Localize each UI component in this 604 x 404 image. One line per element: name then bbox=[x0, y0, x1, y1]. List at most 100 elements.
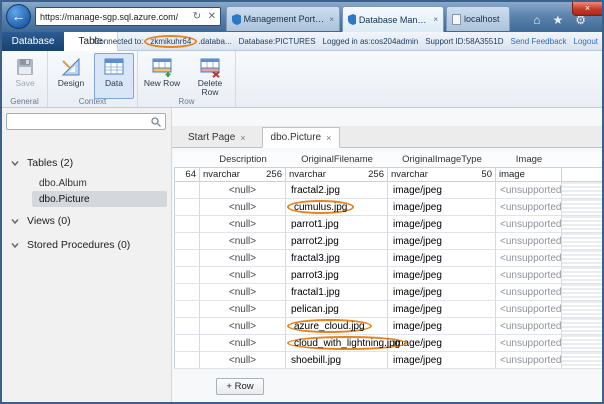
cell-description[interactable]: <null> bbox=[200, 250, 286, 267]
cell-row-margin[interactable] bbox=[174, 301, 200, 318]
tab-dbo-picture[interactable]: dbo.Picture × bbox=[261, 127, 341, 148]
cell-row-margin[interactable] bbox=[174, 284, 200, 301]
cell-filename[interactable]: cloud_with_lightning.jpg bbox=[286, 335, 408, 352]
grid-row[interactable]: <null> pelican.jpg image/jpeg <unsupported> bbox=[174, 301, 602, 318]
cell-description[interactable]: <null> bbox=[200, 284, 286, 301]
cell-filename[interactable]: shoebill.jpg bbox=[286, 352, 388, 369]
tab-start-page[interactable]: Start Page × bbox=[179, 127, 255, 148]
send-feedback-link[interactable]: Send Feedback bbox=[510, 37, 566, 46]
refresh-icon[interactable]: ↻ bbox=[193, 11, 201, 22]
cell-row-margin[interactable] bbox=[174, 250, 200, 267]
cell-description[interactable]: <null> bbox=[200, 216, 286, 233]
cell-image-type[interactable]: image/jpeg bbox=[388, 233, 496, 250]
grid-row[interactable]: <null> cloud_with_lightning.jpg image/jpeg… bbox=[174, 335, 602, 352]
cell-row-margin[interactable] bbox=[174, 267, 200, 284]
grid-row[interactable]: <null> parrot1.jpg image/jpeg <unsupported> bbox=[174, 216, 602, 233]
cell-filename[interactable]: fractal2.jpg bbox=[286, 182, 388, 199]
data-button[interactable]: Data bbox=[94, 53, 134, 99]
cell-filename[interactable]: fractal1.jpg bbox=[286, 284, 388, 301]
design-button[interactable]: Design bbox=[51, 53, 91, 99]
column-header-description[interactable]: Description bbox=[200, 152, 286, 167]
browser-tab-database-manager[interactable]: Database Manager 1... × bbox=[342, 6, 444, 32]
cell-image[interactable]: <unsupported> bbox=[496, 199, 567, 216]
cell-filename[interactable]: pelican.jpg bbox=[286, 301, 388, 318]
url-bar[interactable]: https://manage-sgp.sql.azure.com/ ↻ ✕ bbox=[35, 7, 221, 26]
cell-description[interactable]: <null> bbox=[200, 335, 286, 352]
grid-row[interactable]: <null> parrot2.jpg image/jpeg <unsupported> bbox=[174, 233, 602, 250]
cell-description[interactable]: <null> bbox=[200, 352, 286, 369]
sidebar-item-dbo-album[interactable]: dbo.Album bbox=[32, 175, 167, 191]
sidebar-section-views[interactable]: Views (0) bbox=[2, 213, 171, 229]
save-button[interactable]: Save bbox=[5, 53, 45, 99]
cell-filename[interactable]: cumulus.jpg bbox=[286, 199, 388, 216]
cell-filename[interactable]: parrot1.jpg bbox=[286, 216, 388, 233]
grid-row[interactable]: <null> cumulus.jpg image/jpeg <unsupported> bbox=[174, 199, 602, 216]
column-header-originalimagetype[interactable]: OriginalImageType bbox=[388, 152, 496, 167]
cell-image[interactable]: <unsupported> bbox=[496, 267, 567, 284]
favorites-icon[interactable]: ★ bbox=[552, 13, 563, 27]
cell-image[interactable]: <unsupported> bbox=[496, 233, 567, 250]
browser-tab-management-portal[interactable]: Management Portal – ... × bbox=[226, 6, 340, 31]
grid-row[interactable]: <null> fractal3.jpg image/jpeg <unsupported… bbox=[174, 250, 602, 267]
cell-image-type[interactable]: image/jpeg bbox=[388, 352, 496, 369]
grid-row[interactable]: <null> fractal2.jpg image/jpeg <unsupported… bbox=[174, 182, 602, 199]
home-icon[interactable]: ⌂ bbox=[533, 13, 540, 27]
cell-description[interactable]: <null> bbox=[200, 318, 286, 335]
column-header-image[interactable]: Image bbox=[496, 152, 562, 167]
grid-row[interactable]: <null> azure_cloud.jpg image/jpeg <unsuppor… bbox=[174, 318, 602, 335]
tab-close-icon[interactable]: × bbox=[433, 15, 438, 24]
cell-image-type[interactable]: image/jpeg bbox=[388, 250, 496, 267]
cell-image-type[interactable]: image/jpeg bbox=[388, 182, 496, 199]
sidebar-section-stored-procedures[interactable]: Stored Procedures (0) bbox=[2, 237, 171, 253]
cell-description[interactable]: <null> bbox=[200, 199, 286, 216]
cell-image-type[interactable]: image/jpeg bbox=[388, 267, 496, 284]
cell-row-margin[interactable] bbox=[174, 318, 200, 335]
cell-row-margin[interactable] bbox=[174, 335, 200, 352]
cell-filename[interactable]: azure_cloud.jpg bbox=[286, 318, 388, 335]
cell-image[interactable]: <unsupported> bbox=[496, 301, 567, 318]
search-input[interactable] bbox=[7, 116, 150, 127]
cell-filename[interactable]: parrot2.jpg bbox=[286, 233, 388, 250]
cell-image[interactable]: <unsupported> bbox=[496, 182, 567, 199]
cell-image-type[interactable]: image/jpeg bbox=[388, 284, 496, 301]
back-button[interactable]: ← bbox=[6, 4, 31, 29]
logout-link[interactable]: Logout bbox=[574, 37, 598, 46]
cell-image-type[interactable]: image/jpeg bbox=[388, 199, 496, 216]
cell-description[interactable]: <null> bbox=[200, 233, 286, 250]
window-close-button[interactable]: × bbox=[572, 2, 602, 16]
cell-row-margin[interactable] bbox=[174, 199, 200, 216]
grid-row[interactable]: <null> parrot3.jpg image/jpeg <unsupported> bbox=[174, 267, 602, 284]
grid-row[interactable]: <null> shoebill.jpg image/jpeg <unsupported… bbox=[174, 352, 602, 369]
tab-close-icon[interactable]: × bbox=[326, 133, 331, 143]
cell-image[interactable]: <unsupported> bbox=[496, 335, 567, 352]
cell-row-margin[interactable] bbox=[174, 216, 200, 233]
cell-image[interactable]: <unsupported> bbox=[496, 284, 567, 301]
delete-row-button[interactable]: Delete Row bbox=[188, 53, 232, 99]
cell-image-type[interactable]: image/jpeg bbox=[388, 216, 496, 233]
stop-icon[interactable]: ✕ bbox=[208, 11, 216, 22]
column-header-originalfilename[interactable]: OriginalFilename bbox=[286, 152, 388, 167]
cell-filename[interactable]: parrot3.jpg bbox=[286, 267, 388, 284]
cell-row-margin[interactable] bbox=[174, 182, 200, 199]
cell-image-type[interactable]: image/jpeg bbox=[388, 318, 496, 335]
tab-close-icon[interactable]: × bbox=[240, 133, 245, 143]
chevron-down-icon[interactable] bbox=[11, 241, 19, 249]
column-header[interactable] bbox=[174, 152, 200, 167]
cell-image[interactable]: <unsupported> bbox=[496, 250, 567, 267]
ribbon-tab-database[interactable]: Database bbox=[2, 32, 64, 51]
cell-image-type[interactable]: image/jpeg bbox=[388, 301, 496, 318]
cell-filename[interactable]: fractal3.jpg bbox=[286, 250, 388, 267]
cell-description[interactable]: <null> bbox=[200, 267, 286, 284]
tab-close-icon[interactable]: × bbox=[329, 15, 334, 24]
cell-image[interactable]: <unsupported> bbox=[496, 216, 567, 233]
new-row-button[interactable]: New Row bbox=[140, 53, 184, 99]
add-row-button[interactable]: + Row bbox=[216, 378, 264, 395]
cell-description[interactable]: <null> bbox=[200, 301, 286, 318]
cell-row-margin[interactable] bbox=[174, 352, 200, 369]
cell-image[interactable]: <unsupported> bbox=[496, 318, 567, 335]
chevron-down-icon[interactable] bbox=[11, 159, 19, 167]
sidebar-section-tables[interactable]: Tables (2) bbox=[2, 155, 171, 171]
cell-image[interactable]: <unsupported> bbox=[496, 352, 567, 369]
grid-row[interactable]: <null> fractal1.jpg image/jpeg <unsupported… bbox=[174, 284, 602, 301]
cell-description[interactable]: <null> bbox=[200, 182, 286, 199]
